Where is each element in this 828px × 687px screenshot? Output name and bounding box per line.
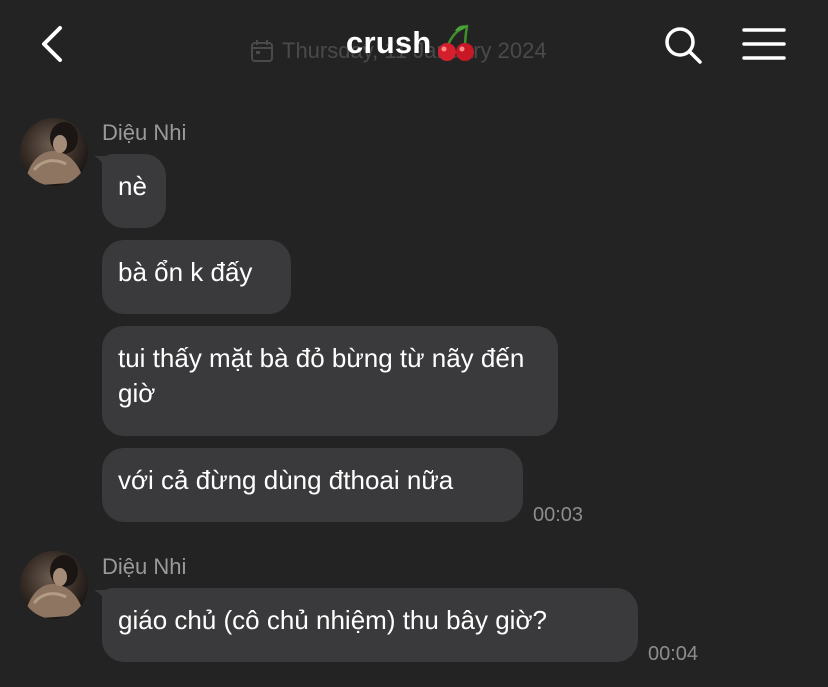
chat-header: Thursday, 11 January 2024 crush — [0, 0, 828, 92]
message-bubble[interactable]: nè — [102, 154, 166, 228]
message-bubble[interactable]: giáo chủ (cô chủ nhiệm) thu bây giờ? — [102, 588, 638, 662]
message-text: nè — [118, 171, 147, 201]
menu-button[interactable] — [740, 26, 788, 62]
cherry-emoji-icon — [438, 24, 475, 61]
search-button[interactable] — [662, 24, 704, 66]
back-button[interactable] — [32, 22, 76, 66]
message-text: với cả đừng dùng đthoai nữa — [118, 465, 454, 495]
avatar-photo — [26, 122, 84, 186]
message-timestamp: 00:03 — [533, 504, 584, 526]
sender-name: Diệu Nhi — [102, 120, 187, 145]
calendar-icon — [251, 40, 273, 62]
chat-title-text: crush — [346, 25, 432, 60]
chevron-left-icon — [42, 26, 62, 62]
message-text: bà ổn k đấy — [118, 257, 253, 287]
avatar-photo — [26, 555, 84, 619]
message-timestamp: 00:04 — [648, 643, 699, 665]
message-bubble[interactable]: với cả đừng dùng đthoai nữa — [102, 448, 523, 522]
chat-screen: Thursday, 11 January 2024 crush Diệu Nhi… — [0, 0, 828, 687]
sender-name: Diệu Nhi — [102, 554, 187, 579]
chat-title[interactable]: crush — [346, 22, 477, 64]
avatar[interactable] — [20, 118, 88, 186]
message-text: giáo chủ (cô chủ nhiệm) thu bây giờ? — [118, 605, 547, 635]
avatar[interactable] — [20, 551, 88, 619]
hamburger-menu-icon — [742, 28, 786, 60]
message-bubble[interactable]: tui thấy mặt bà đỏ bừng từ nãy đến giờ — [102, 326, 558, 436]
message-bubble[interactable]: bà ổn k đấy — [102, 240, 291, 314]
message-text: tui thấy mặt bà đỏ bừng từ nãy đến giờ — [118, 343, 525, 408]
search-icon — [665, 27, 702, 64]
